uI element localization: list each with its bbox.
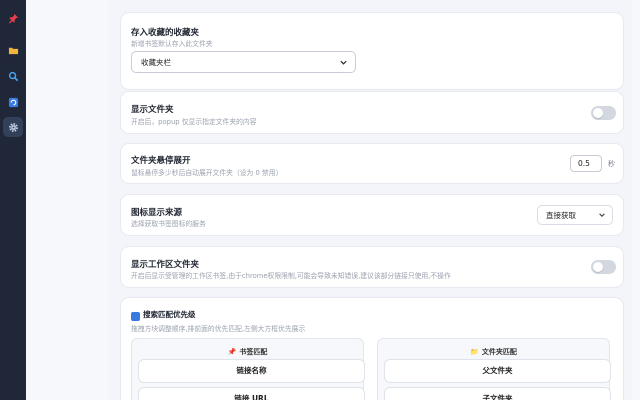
workspace-folder-toggle[interactable]	[591, 260, 616, 274]
sidebar-settings-button[interactable]	[3, 117, 23, 137]
search-priority-desc: 拖拽方块调整顺序,排前面的优先匹配,左侧大方框优先展示	[131, 325, 306, 333]
save-folder-select[interactable]: 收藏夹栏	[131, 51, 356, 73]
show-folder-desc: 开启后，popup 仅显示指定文件夹的内容	[131, 118, 257, 126]
bookmark-match-header: 📌 书签匹配	[132, 347, 363, 357]
folder-match-item-child[interactable]: 子文件夹	[384, 387, 611, 400]
save-folder-select-value: 收藏夹栏	[141, 57, 171, 67]
folder-match-header: 📁 文件夹匹配	[378, 347, 609, 357]
sidebar	[0, 0, 26, 400]
hover-delay-input[interactable]: 0.5	[570, 155, 602, 172]
workspace-folder-title: 显示工作区文件夹	[131, 260, 200, 270]
pin-icon: 📌	[227, 348, 237, 356]
save-folder-title: 存入收藏的收藏夹	[131, 28, 200, 38]
bookmark-match-panel[interactable]: 📌 书签匹配 链接名称 链接 URL	[131, 338, 365, 400]
hover-expand-card: 文件夹悬停展开 鼠标悬停多少秒后自动展开文件夹（设为 0 禁用） 0.5 秒	[120, 143, 624, 184]
hover-delay-unit: 秒	[608, 160, 615, 168]
sort-icon	[131, 312, 140, 321]
icon-source-card: 图标显示来源 选择获取书签图标的服务 直接获取	[120, 194, 624, 236]
folder-match-item-parent[interactable]: 父文件夹	[384, 359, 611, 383]
folder-icon	[8, 47, 18, 54]
icon-source-dropdown-value: 直接获取	[546, 210, 576, 220]
bookmark-match-title: 书签匹配	[239, 348, 268, 356]
search-priority-card: 搜索匹配优先级 拖拽方块调整顺序,排前面的优先匹配,左侧大方框优先展示 📌 书签匹…	[120, 297, 624, 400]
settings-panel: 存入收藏的收藏夹 新增书签默认存入此文件夹 收藏夹栏 显示文件夹 开启后，pop…	[108, 0, 632, 400]
search-icon	[8, 71, 18, 81]
chevron-down-icon	[340, 60, 347, 65]
folder-icon: 📁	[470, 348, 479, 356]
chevron-down-icon	[599, 213, 605, 217]
workspace-folder-desc: 开启后显示受管理的工作区书签,由于chrome权限限制,可能会导致未知错误,建议…	[131, 272, 451, 280]
search-priority-title: 搜索匹配优先级	[143, 310, 196, 319]
icon-source-title: 图标显示来源	[131, 208, 183, 218]
sidebar-spacer	[26, 0, 108, 400]
gear-icon	[8, 122, 18, 132]
folder-match-title: 文件夹匹配	[481, 348, 517, 356]
workspace-folder-card: 显示工作区文件夹 开启后显示受管理的工作区书签,由于chrome权限限制,可能会…	[120, 246, 624, 288]
icon-source-desc: 选择获取书签图标的服务	[131, 220, 206, 228]
show-folder-title: 显示文件夹	[131, 105, 174, 115]
hover-expand-desc: 鼠标悬停多少秒后自动展开文件夹（设为 0 禁用）	[131, 169, 283, 177]
show-folder-card: 显示文件夹 开启后，popup 仅显示指定文件夹的内容	[120, 91, 624, 134]
sidebar-folder-button[interactable]	[3, 40, 23, 60]
pin-icon	[8, 13, 18, 24]
icon-source-dropdown[interactable]: 直接获取	[537, 205, 613, 225]
scrollbar[interactable]	[632, 0, 640, 400]
hover-expand-title: 文件夹悬停展开	[131, 156, 191, 166]
folder-match-panel[interactable]: 📁 文件夹匹配 父文件夹 子文件夹	[377, 338, 611, 400]
sidebar-search-button[interactable]	[3, 66, 23, 86]
show-folder-toggle[interactable]	[591, 106, 616, 120]
save-folder-card: 存入收藏的收藏夹 新增书签默认存入此文件夹 收藏夹栏	[120, 12, 624, 90]
sidebar-pin-button[interactable]	[3, 8, 23, 28]
save-folder-desc: 新增书签默认存入此文件夹	[131, 40, 213, 48]
bookmark-match-item-name[interactable]: 链接名称	[138, 359, 365, 383]
sidebar-sync-button[interactable]	[3, 92, 23, 112]
refresh-icon	[8, 97, 18, 107]
bookmark-match-item-url[interactable]: 链接 URL	[138, 387, 365, 400]
